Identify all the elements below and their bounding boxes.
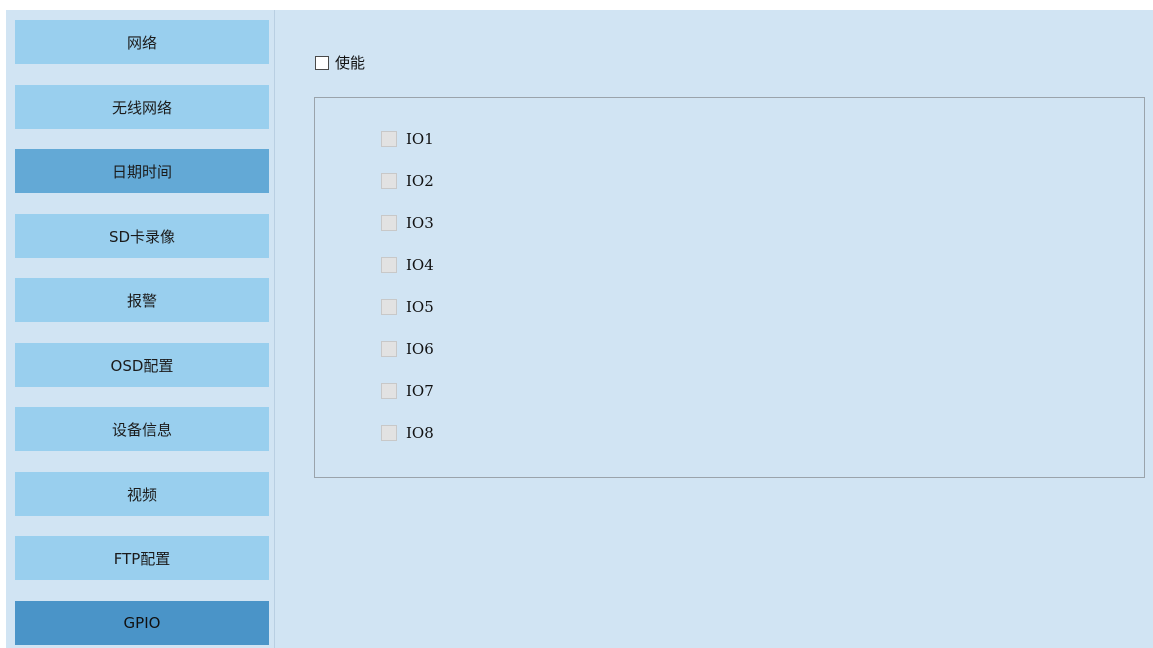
io3-checkbox [381,215,397,231]
gpio-panel: 使能 IO1 IO2 IO3 IO4 IO5 IO6 IO7 IO8 [275,10,1153,648]
sidebar-item-gpio[interactable]: GPIO [15,601,269,645]
sidebar-item-label: SD卡录像 [108,227,176,246]
io7-checkbox [381,383,397,399]
sidebar-item-label: GPIO [123,614,161,632]
io1-label: IO1 [406,130,434,148]
sidebar-item-device-info[interactable]: 设备信息 [15,407,269,451]
sidebar-item-label: 报警 [126,291,157,310]
sidebar-item-sd-recording[interactable]: SD卡录像 [15,214,269,258]
sidebar-item-label: 无线网络 [111,98,172,117]
sidebar-item-label: FTP配置 [113,549,171,568]
sidebar-item-wireless-network[interactable]: 无线网络 [15,85,269,129]
gpio-settings-window: 网络 无线网络 日期时间 SD卡录像 报警 OSD配置 设备信息 视频 FTP配… [0,0,1153,648]
sidebar: 网络 无线网络 日期时间 SD卡录像 报警 OSD配置 设备信息 视频 FTP配… [6,10,275,648]
io-checkbox-row: IO7 [381,382,434,400]
enable-checkbox[interactable] [315,55,329,70]
sidebar-item-video[interactable]: 视频 [15,472,269,516]
sidebar-item-label: 网络 [126,33,157,52]
enable-label: 使能 [335,54,366,72]
io-group-box: IO1 IO2 IO3 IO4 IO5 IO6 IO7 IO8 [314,97,1145,478]
io5-checkbox [381,299,397,315]
io1-checkbox [381,131,397,147]
io6-label: IO6 [406,340,434,358]
io-checkbox-row: IO1 [381,130,434,148]
io2-label: IO2 [406,172,434,190]
sidebar-item-osd-config[interactable]: OSD配置 [15,343,269,387]
io6-checkbox [381,341,397,357]
sidebar-item-ftp-config[interactable]: FTP配置 [15,536,269,580]
sidebar-item-label: OSD配置 [110,356,174,375]
io4-checkbox [381,257,397,273]
sidebar-item-label: 日期时间 [111,162,172,181]
io4-label: IO4 [406,256,434,274]
sidebar-item-label: 设备信息 [111,420,172,439]
sidebar-item-network[interactable]: 网络 [15,20,269,64]
io3-label: IO3 [406,214,434,232]
io-checkbox-row: IO5 [381,298,434,316]
sidebar-item-label: 视频 [126,485,157,504]
io5-label: IO5 [406,298,434,316]
io-checkbox-row: IO4 [381,256,434,274]
io8-label: IO8 [406,424,434,442]
io7-label: IO7 [406,382,434,400]
io2-checkbox [381,173,397,189]
io-checkbox-row: IO6 [381,340,434,358]
sidebar-item-alarm[interactable]: 报警 [15,278,269,322]
io8-checkbox [381,425,397,441]
io-checkbox-row: IO8 [381,424,434,442]
io-checkbox-row: IO2 [381,172,434,190]
enable-checkbox-row[interactable]: 使能 [315,52,365,73]
sidebar-item-date-time[interactable]: 日期时间 [15,149,269,193]
io-checkbox-row: IO3 [381,214,434,232]
